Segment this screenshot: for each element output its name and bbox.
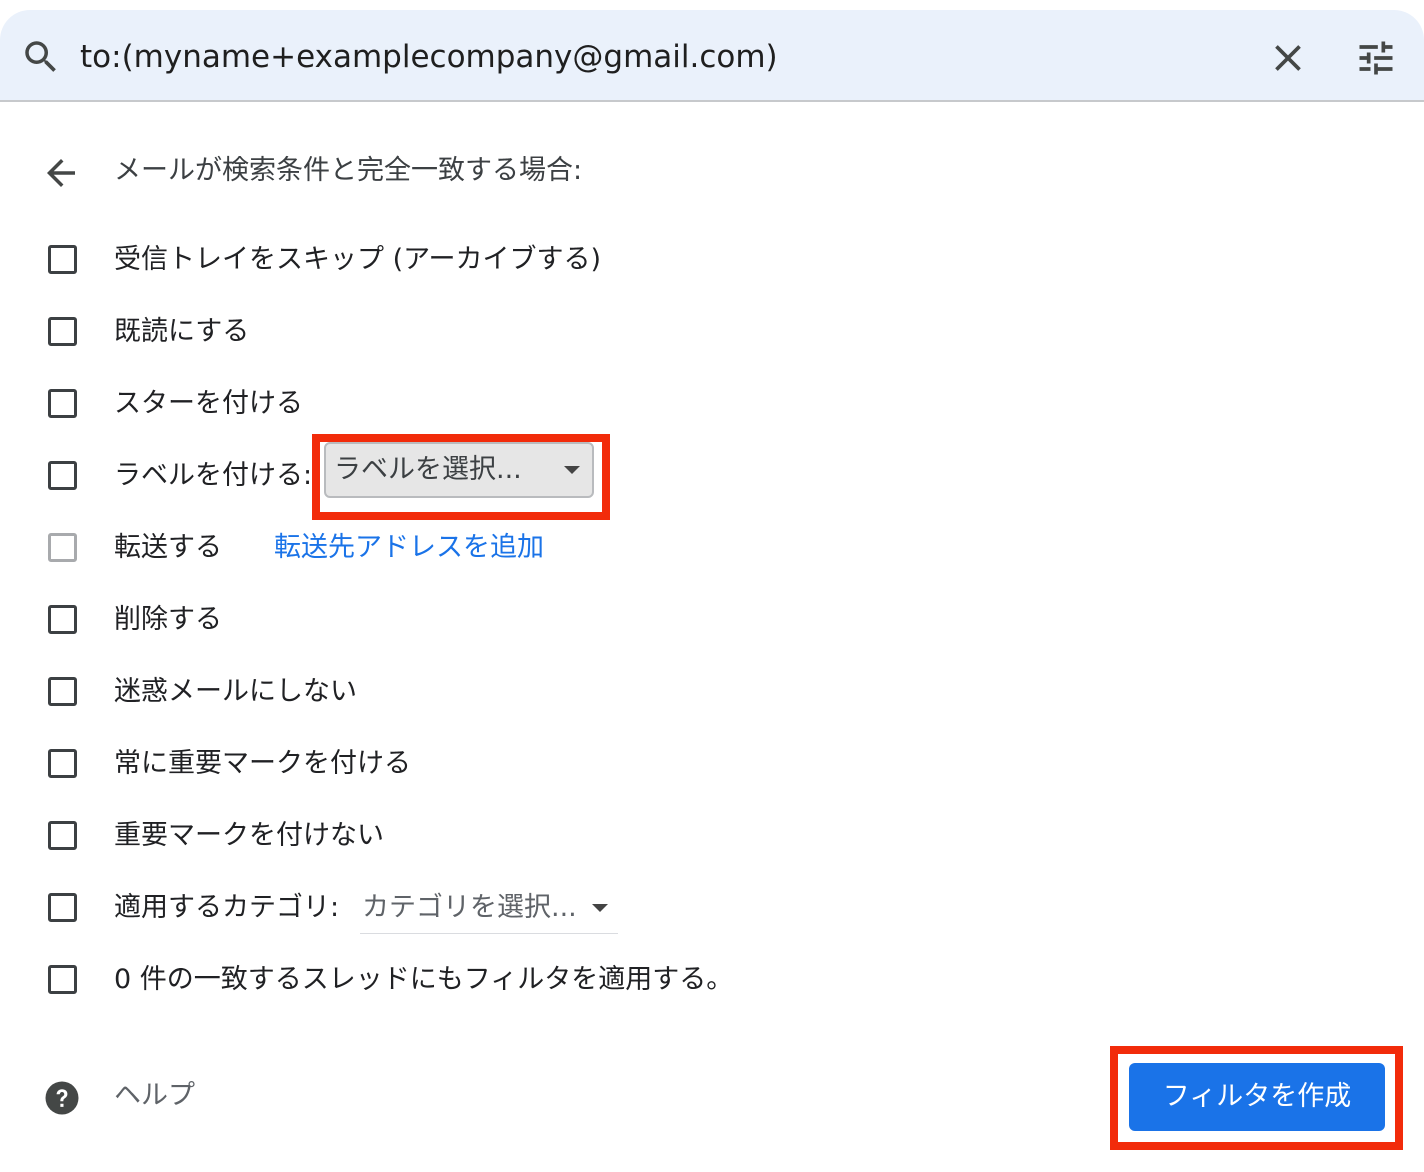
help-link[interactable]: ヘルプ <box>114 1075 195 1117</box>
never-important-label: 重要マークを付けない <box>114 820 384 851</box>
never-spam-checkbox[interactable] <box>48 677 77 706</box>
mark-read-label: 既読にする <box>114 316 250 347</box>
search-bar: to:(myname+examplecompany@gmail.com) <box>0 10 1424 102</box>
dropdown-arrow-icon <box>564 466 580 474</box>
star-checkbox[interactable] <box>48 389 77 418</box>
action-row-delete: 削除する <box>0 590 1424 650</box>
forward-checkbox <box>48 533 77 562</box>
close-icon[interactable] <box>1266 36 1310 80</box>
filter-actions-panel: to:(myname+examplecompany@gmail.com) メール… <box>0 0 1424 1172</box>
apply-existing-checkbox[interactable] <box>48 965 77 994</box>
create-filter-button[interactable]: フィルタを作成 <box>1129 1063 1385 1131</box>
search-icon[interactable] <box>20 36 62 78</box>
arrow-back-icon[interactable] <box>40 152 82 194</box>
action-row-mark-read: 既読にする <box>0 302 1424 362</box>
dropdown-arrow-icon <box>592 904 608 912</box>
action-row-category: 適用するカテゴリ: カテゴリを選択... <box>0 878 1424 938</box>
apply-label-checkbox[interactable] <box>48 461 77 490</box>
action-row-never-spam: 迷惑メールにしない <box>0 662 1424 722</box>
star-label: スターを付ける <box>114 388 303 419</box>
delete-label: 削除する <box>114 604 222 635</box>
label-select-dropdown[interactable]: ラベルを選択... <box>324 442 594 498</box>
category-label: 適用するカテゴリ: <box>114 892 340 923</box>
tune-icon[interactable] <box>1354 36 1398 80</box>
action-row-apply-existing: 0 件の一致するスレッドにもフィルタを適用する。 <box>0 950 1424 1010</box>
category-select-value: カテゴリを選択... <box>362 892 577 923</box>
skip-inbox-label: 受信トレイをスキップ (アーカイブする) <box>114 244 602 275</box>
never-important-checkbox[interactable] <box>48 821 77 850</box>
action-row-apply-label: ラベルを付ける: ラベルを選択... <box>0 442 1424 506</box>
forward-label: 転送する <box>114 532 222 563</box>
help-icon[interactable] <box>44 1080 80 1116</box>
category-select-dropdown[interactable]: カテゴリを選択... <box>360 882 618 934</box>
category-checkbox[interactable] <box>48 893 77 922</box>
action-row-star: スターを付ける <box>0 374 1424 434</box>
action-row-never-important: 重要マークを付けない <box>0 806 1424 866</box>
mark-read-checkbox[interactable] <box>48 317 77 346</box>
add-forwarding-address-link[interactable]: 転送先アドレスを追加 <box>274 527 544 569</box>
always-important-label: 常に重要マークを付ける <box>114 748 411 779</box>
label-select-value: ラベルを選択... <box>334 454 522 485</box>
action-row-always-important: 常に重要マークを付ける <box>0 734 1424 794</box>
action-row-forward: 転送する 転送先アドレスを追加 <box>0 518 1424 578</box>
action-row-skip-inbox: 受信トレイをスキップ (アーカイブする) <box>0 230 1424 290</box>
apply-label-label: ラベルを付ける: <box>114 460 313 491</box>
skip-inbox-checkbox[interactable] <box>48 245 77 274</box>
delete-checkbox[interactable] <box>48 605 77 634</box>
never-spam-label: 迷惑メールにしない <box>114 676 357 707</box>
search-input[interactable]: to:(myname+examplecompany@gmail.com) <box>80 36 778 78</box>
always-important-checkbox[interactable] <box>48 749 77 778</box>
criteria-heading: メールが検索条件と完全一致する場合: <box>114 155 583 186</box>
apply-existing-label: 0 件の一致するスレッドにもフィルタを適用する。 <box>114 964 734 995</box>
